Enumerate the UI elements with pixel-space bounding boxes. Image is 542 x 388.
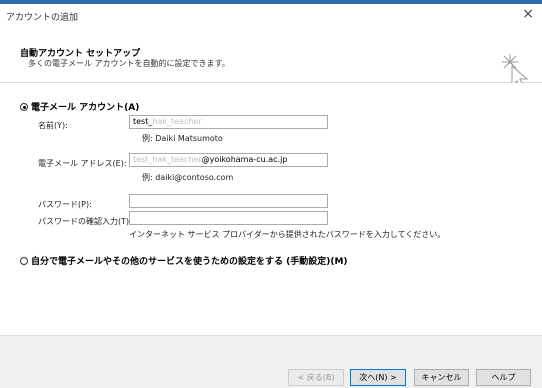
dialog-header: 自動アカウント セットアップ 多くの電子メール アカウントを自動的に設定できます… xyxy=(0,24,542,91)
password-field[interactable] xyxy=(129,194,328,208)
help-button[interactable]: ヘルプ xyxy=(476,369,531,386)
name-field[interactable]: test_hak_teacher xyxy=(129,115,328,129)
cancel-button[interactable]: キャンセル xyxy=(414,369,469,386)
email-example: 例: daiki@contoso.com xyxy=(142,173,234,182)
email-field[interactable]: test_hak_teacher@yoikohama-cu.ac.jp xyxy=(129,153,328,167)
email-account-radio[interactable] xyxy=(20,103,28,111)
back-button[interactable]: < 戻る(B) xyxy=(288,369,344,386)
email-value-visible: @yoikohama-cu.ac.jp xyxy=(201,155,288,164)
add-account-dialog: アカウントの追加 × 自動アカウント セットアップ 多くの電子メール アカウント… xyxy=(0,0,542,388)
name-value-visible: test_ xyxy=(133,117,153,126)
window-title: アカウントの追加 xyxy=(6,13,79,23)
manual-setup-radio[interactable] xyxy=(20,257,28,265)
next-button[interactable]: 次へ(N) > xyxy=(350,369,406,386)
dialog-content: 電子メール アカウント(A) 名前(Y): test_hak_teacher 例… xyxy=(0,83,542,335)
password-label: パスワード(P): xyxy=(38,200,92,209)
manual-setup-option[interactable]: 自分で電子メールやその他のサービスを使うための設定をする (手動設定)(M) xyxy=(20,254,348,267)
close-icon[interactable]: × xyxy=(522,7,534,21)
header-subtitle: 多くの電子メール アカウントを自動的に設定できます。 xyxy=(28,59,230,68)
email-label: 電子メール アドレス(E): xyxy=(38,159,127,168)
email-account-option[interactable]: 電子メール アカウント(A) xyxy=(20,100,139,113)
email-value-greyed: test_hak_teacher xyxy=(133,155,202,164)
password-hint: インターネット サービス プロバイダーから提供されたパスワードを入力してください… xyxy=(129,230,446,239)
manual-setup-label: 自分で電子メールやその他のサービスを使うための設定をする (手動設定)(M) xyxy=(31,257,348,267)
password-confirm-field[interactable] xyxy=(129,211,328,225)
title-bar: アカウントの追加 × xyxy=(0,4,542,24)
dialog-footer: < 戻る(B) 次へ(N) > キャンセル ヘルプ xyxy=(0,335,542,388)
name-value-greyed: hak_teacher xyxy=(152,117,202,126)
password-confirm-label: パスワードの確認入力(T): xyxy=(38,217,132,226)
email-account-label: 電子メール アカウント(A) xyxy=(31,103,140,113)
name-example: 例: Daiki Matsumoto xyxy=(142,134,223,143)
name-label: 名前(Y): xyxy=(38,121,68,130)
